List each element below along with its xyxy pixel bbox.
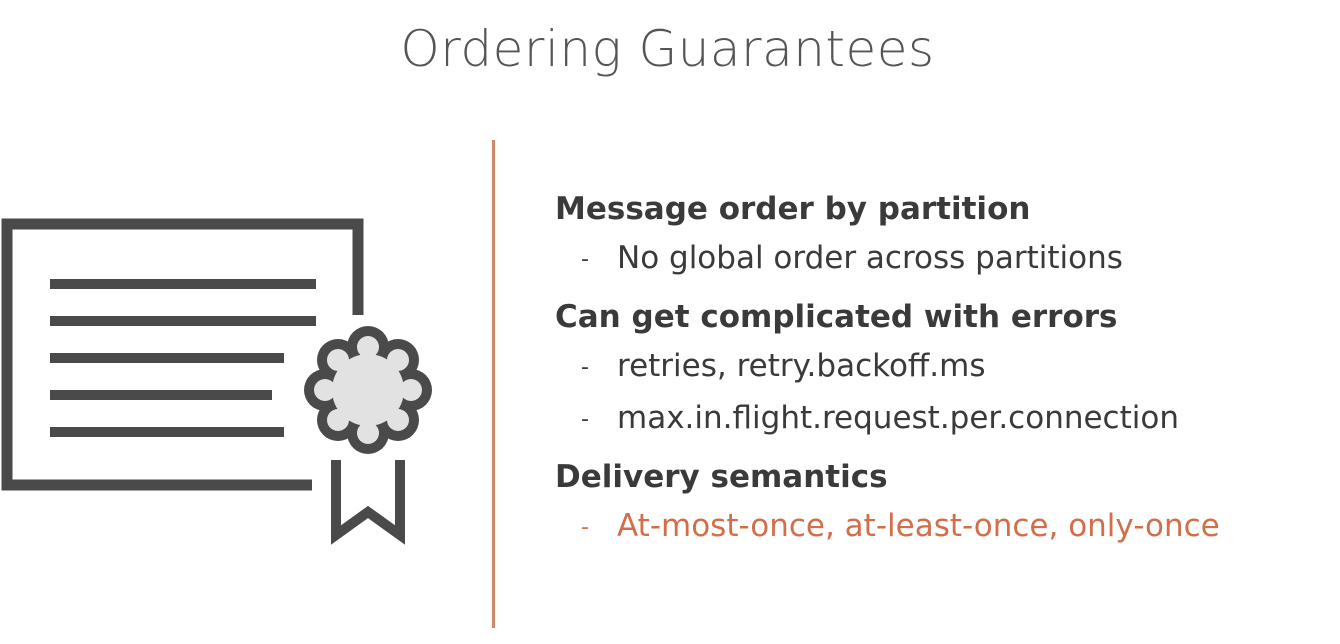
bullet-text: retries, retry.backoff.ms: [617, 348, 986, 384]
slide-title: Ordering Guarantees: [400, 20, 935, 78]
vertical-divider: [492, 140, 495, 628]
bullet-item: - No global order across partitions: [555, 232, 1335, 284]
bullet-text: No global order across partitions: [617, 240, 1123, 276]
bullet-item: - retries, retry.backoff.ms: [555, 340, 1335, 392]
section-heading: Delivery semantics: [555, 459, 888, 495]
bullet-marker: -: [581, 355, 589, 380]
section-errors: Can get complicated with errors - retrie…: [555, 294, 1335, 444]
section-heading: Can get complicated with errors: [555, 299, 1118, 335]
bullet-content: Message order by partition - No global o…: [555, 186, 1335, 552]
bullet-item: - max.in.flight.request.per.connection: [555, 392, 1335, 444]
bullet-marker: -: [581, 407, 589, 432]
bullet-text: max.in.flight.request.per.connection: [617, 400, 1179, 436]
slide: Ordering Guarantees Message order by par…: [0, 0, 1340, 644]
certificate-icon: [1, 218, 432, 545]
bullet-marker: -: [581, 247, 589, 272]
section-heading: Message order by partition: [555, 191, 1031, 227]
bullet-marker: -: [581, 515, 589, 540]
section-message-order: Message order by partition - No global o…: [555, 186, 1335, 284]
bullet-text: At-most-once, at-least-once, only-once: [617, 508, 1220, 544]
section-delivery-semantics: Delivery semantics - At-most-once, at-le…: [555, 454, 1335, 552]
bullet-item-accent: - At-most-once, at-least-once, only-once: [555, 500, 1335, 552]
